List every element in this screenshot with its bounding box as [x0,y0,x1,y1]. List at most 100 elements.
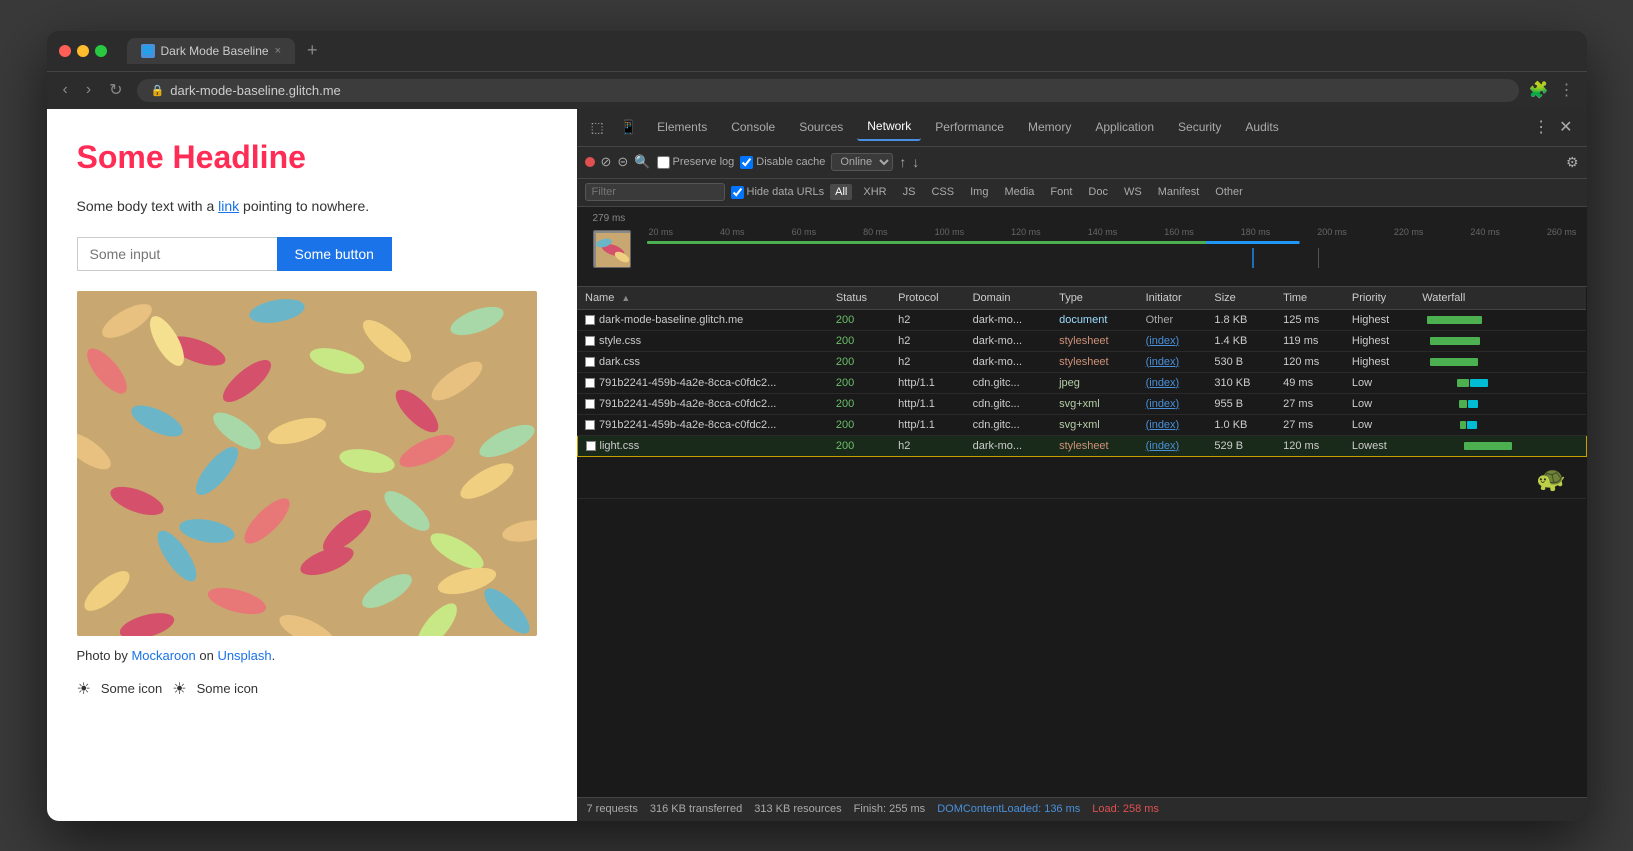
transferred-size: 316 KB transferred [650,803,742,815]
filter-img[interactable]: Img [965,184,993,200]
tab-memory[interactable]: Memory [1018,114,1081,140]
load-link[interactable]: Load: 258 ms [1092,803,1159,815]
row-priority: Highest [1344,309,1414,330]
preserve-log-checkbox[interactable]: Preserve log [657,156,735,169]
col-domain[interactable]: Domain [965,287,1052,310]
devtools-close-button[interactable]: ✕ [1553,113,1578,141]
filter-js[interactable]: JS [898,184,921,200]
body-link[interactable]: link [218,198,239,214]
active-tab[interactable]: 🌐 Dark Mode Baseline × [127,38,296,64]
tab-console[interactable]: Console [721,114,785,140]
table-row[interactable]: 791b2241-459b-4a2e-8cca-c0fdc2...200http… [577,414,1586,435]
url-text: dark-mode-baseline.glitch.me [170,83,341,98]
col-time[interactable]: Time [1275,287,1344,310]
import-button[interactable]: ↑ [899,154,906,170]
export-button[interactable]: ↓ [912,154,919,170]
tab-performance[interactable]: Performance [925,114,1014,140]
filter-input[interactable] [585,183,725,201]
some-button[interactable]: Some button [277,237,392,271]
row-type: svg+xml [1051,414,1138,435]
extensions-icon[interactable]: 🧩 [1529,80,1549,100]
back-button[interactable]: ‹ [59,79,72,101]
row-name: light.css [577,435,828,456]
table-row[interactable]: style.css200h2dark-mo...stylesheet(index… [577,330,1586,351]
row-time: 27 ms [1275,414,1344,435]
settings-button[interactable]: ⚙ [1566,154,1579,171]
col-type[interactable]: Type [1051,287,1138,310]
col-size[interactable]: Size [1206,287,1275,310]
row-name: style.css [577,330,828,351]
col-status[interactable]: Status [828,287,890,310]
col-waterfall[interactable]: Waterfall [1414,287,1586,310]
mockaroon-link[interactable]: Mockaroon [131,648,195,663]
filter-media[interactable]: Media [999,184,1039,200]
filter-doc[interactable]: Doc [1083,184,1113,200]
record-button[interactable] [585,157,595,167]
filter-all[interactable]: All [830,184,852,200]
close-traffic-light[interactable] [59,45,71,57]
maximize-traffic-light[interactable] [95,45,107,57]
clear-button[interactable]: ⊘ [601,154,612,170]
row-size: 955 B [1206,393,1275,414]
reload-button[interactable]: ↻ [105,78,126,102]
tab-audits[interactable]: Audits [1235,114,1288,140]
table-row[interactable]: light.css200h2dark-mo...stylesheet(index… [577,435,1586,456]
devtools-inspect-button[interactable]: ⬚ [585,115,610,140]
filter-other[interactable]: Other [1210,184,1248,200]
tab-favicon: 🌐 [141,44,155,58]
table-row[interactable]: 791b2241-459b-4a2e-8cca-c0fdc2...200http… [577,372,1586,393]
table-row[interactable]: 791b2241-459b-4a2e-8cca-c0fdc2...200http… [577,393,1586,414]
col-name[interactable]: Name ▲ [577,287,828,310]
col-protocol[interactable]: Protocol [890,287,964,310]
ruler-120ms: 120 ms [1011,227,1041,237]
table-row[interactable]: dark.css200h2dark-mo...stylesheet(index)… [577,351,1586,372]
some-input[interactable] [77,237,277,271]
disable-cache-checkbox[interactable]: Disable cache [740,156,825,169]
row-size: 529 B [1206,435,1275,456]
url-bar[interactable]: 🔒 dark-mode-baseline.glitch.me [137,79,1519,102]
row-size: 1.8 KB [1206,309,1275,330]
dom-content-loaded-link[interactable]: DOMContentLoaded: 136 ms [937,803,1080,815]
row-size: 530 B [1206,351,1275,372]
unsplash-link[interactable]: Unsplash [217,648,271,663]
throttle-select[interactable]: Online [831,153,893,171]
row-name: 791b2241-459b-4a2e-8cca-c0fdc2... [577,393,828,414]
filter-css[interactable]: CSS [926,184,959,200]
row-domain: dark-mo... [965,330,1052,351]
row-protocol: http/1.1 [890,372,964,393]
tab-security[interactable]: Security [1168,114,1231,140]
ruler-200ms: 200 ms [1317,227,1347,237]
menu-icon[interactable]: ⋮ [1559,80,1575,100]
row-initiator: (index) [1138,435,1207,456]
row-priority: Low [1344,414,1414,435]
tab-close-button[interactable]: × [275,45,281,57]
filter-funnel-button[interactable]: ⊝ [617,154,628,170]
tab-network[interactable]: Network [857,113,921,141]
filter-ws[interactable]: WS [1119,184,1147,200]
devtools-more-tabs[interactable]: ⋮ [1533,117,1549,137]
search-button[interactable]: 🔍 [634,154,650,170]
ruler-40ms: 40 ms [720,227,745,237]
browser-window: 🌐 Dark Mode Baseline × + ‹ › ↻ 🔒 dark-mo… [47,31,1587,821]
filter-font[interactable]: Font [1045,184,1077,200]
ruler-160ms: 160 ms [1164,227,1194,237]
tab-bar: 🌐 Dark Mode Baseline × + [127,38,326,64]
tab-elements[interactable]: Elements [647,114,717,140]
row-waterfall [1414,414,1586,435]
filter-manifest[interactable]: Manifest [1153,184,1205,200]
minimize-traffic-light[interactable] [77,45,89,57]
col-initiator[interactable]: Initiator [1138,287,1207,310]
tab-sources[interactable]: Sources [789,114,853,140]
hide-data-urls-checkbox[interactable]: Hide data URLs [731,186,825,199]
new-tab-button[interactable]: + [299,40,326,61]
col-priority[interactable]: Priority [1344,287,1414,310]
devtools-device-button[interactable]: 📱 [614,115,643,140]
forward-button[interactable]: › [82,79,95,101]
main-area: Some Headline Some body text with a link… [47,109,1587,821]
tab-application[interactable]: Application [1085,114,1164,140]
table-row[interactable]: dark-mode-baseline.glitch.me200h2dark-mo… [577,309,1586,330]
filter-xhr[interactable]: XHR [858,184,891,200]
row-time: 27 ms [1275,393,1344,414]
row-domain: dark-mo... [965,351,1052,372]
row-initiator: Other [1138,309,1207,330]
